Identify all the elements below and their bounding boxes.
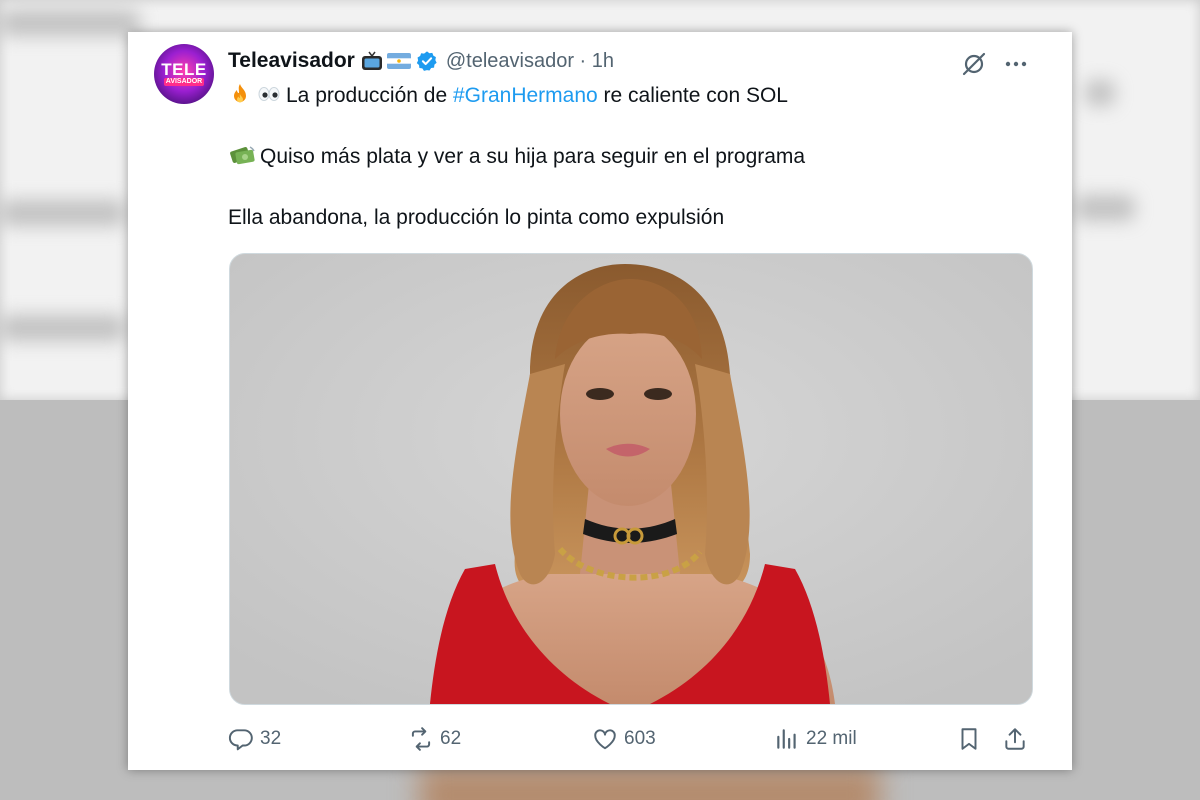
bookmark-button[interactable] — [956, 722, 982, 756]
reply-button[interactable]: 32 — [228, 722, 281, 756]
tweet-text-line-1: La producción de #GranHermano re calient… — [228, 82, 788, 112]
verified-badge-icon — [416, 50, 438, 72]
handle-and-time[interactable]: @teleavisador · 1h — [446, 50, 614, 73]
tweet-actions: 32 62 603 22 mil — [228, 722, 1034, 756]
views-icon — [777, 729, 796, 749]
tweet-text-line-2: Quiso más plata y ver a su hija para seg… — [228, 143, 805, 173]
grok-icon[interactable] — [960, 50, 988, 78]
money-emoji-icon — [228, 143, 256, 173]
background-blur-text — [1075, 195, 1135, 221]
tweet-header: Teleavisador @teleavisador · 1h — [228, 48, 614, 74]
background-blur-text — [0, 10, 140, 36]
background-blur-text — [1085, 80, 1115, 106]
background-blur-text — [0, 315, 125, 341]
display-name[interactable]: Teleavisador — [228, 49, 355, 73]
reply-count: 32 — [260, 728, 282, 749]
like-count: 603 — [624, 728, 656, 749]
views-button[interactable]: 22 mil — [774, 722, 857, 756]
like-button[interactable]: 603 — [592, 722, 656, 756]
tweet-card: TELE AVISADOR Teleavisador @teleavisador… — [128, 32, 1072, 770]
avatar-logo-text: TELE — [161, 60, 207, 79]
tweet-photo[interactable] — [229, 253, 1033, 705]
avatar-logo-subtext: AVISADOR — [163, 78, 205, 86]
like-icon — [594, 729, 616, 750]
argentina-flag-icon — [386, 53, 411, 69]
bookmark-icon — [961, 728, 977, 750]
woman-portrait-image — [230, 254, 1032, 704]
tweet-text-prefix: La producción de — [286, 84, 453, 107]
repost-count: 62 — [440, 728, 462, 749]
more-icon[interactable] — [1000, 50, 1032, 78]
repost-icon — [411, 727, 431, 751]
tv-icon — [361, 51, 383, 71]
views-count: 22 mil — [806, 728, 857, 749]
share-icon — [1005, 728, 1025, 750]
tweet-text-line-3: Ella abandona, la producción lo pinta co… — [228, 206, 725, 229]
avatar[interactable]: TELE AVISADOR — [154, 44, 214, 104]
fire-emoji-icon — [228, 82, 252, 112]
repost-button[interactable]: 62 — [408, 722, 461, 756]
background-photo — [420, 765, 880, 800]
reply-icon — [228, 729, 253, 751]
share-button[interactable] — [1002, 722, 1028, 756]
background-blur-text — [0, 200, 125, 226]
tweet-text: Quiso más plata y ver a su hija para seg… — [260, 145, 806, 168]
eyes-emoji-icon — [256, 82, 282, 112]
tweet-text-suffix: re caliente con SOL — [597, 84, 788, 107]
hashtag-link[interactable]: #GranHermano — [453, 84, 598, 107]
